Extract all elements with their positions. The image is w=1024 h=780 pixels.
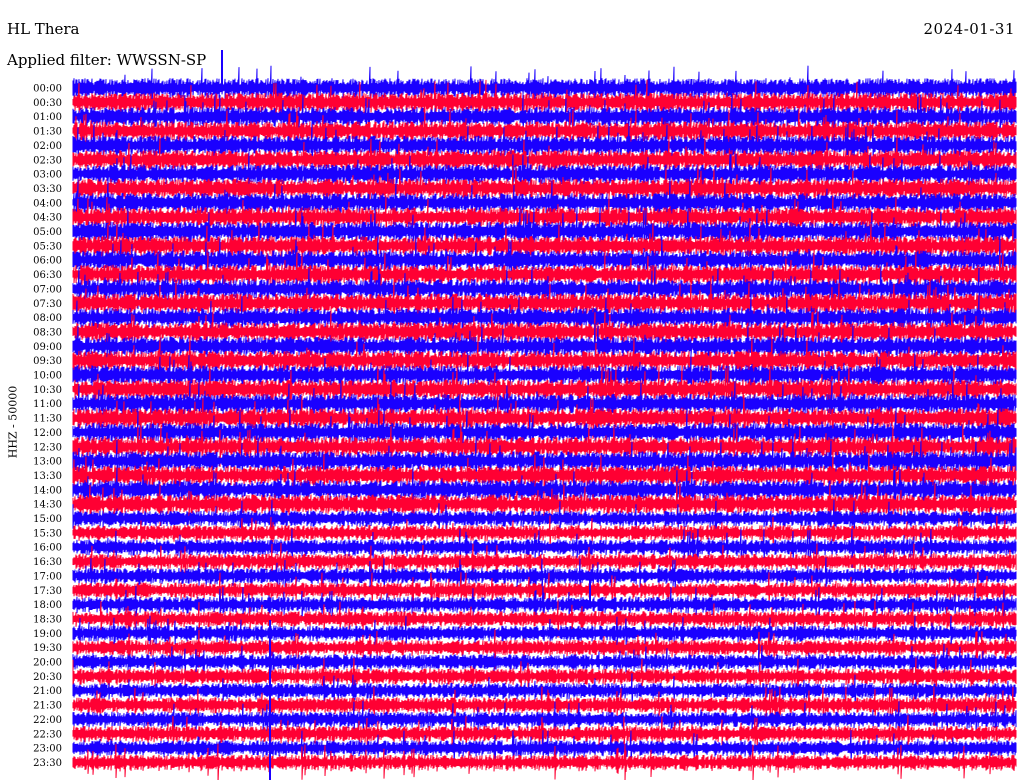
row-time-label: 11:30 bbox=[33, 414, 62, 425]
row-time-label: 16:30 bbox=[33, 557, 62, 568]
trace-group bbox=[72, 50, 1017, 780]
row-time-label: 17:30 bbox=[33, 586, 62, 597]
tick-label-group: 00:00 00:30 01:00 01:30 02:00 02:30 03:00 03:30… bbox=[33, 84, 62, 769]
row-time-label: 10:00 bbox=[33, 371, 62, 382]
row-time-label: 23:00 bbox=[33, 744, 62, 755]
row-time-label: 12:30 bbox=[33, 442, 62, 453]
row-time-label: 02:00 bbox=[33, 141, 62, 152]
row-time-label: 10:30 bbox=[33, 385, 62, 396]
row-time-label: 03:00 bbox=[33, 170, 62, 181]
row-time-label: 18:30 bbox=[33, 614, 62, 625]
row-time-label: 05:30 bbox=[33, 241, 62, 252]
row-time-label: 06:00 bbox=[33, 256, 62, 267]
row-time-label: 08:30 bbox=[33, 327, 62, 338]
row-time-label: 22:00 bbox=[33, 715, 62, 726]
row-time-label: 06:30 bbox=[33, 270, 62, 281]
row-time-label: 19:30 bbox=[33, 643, 62, 654]
row-time-label: 14:30 bbox=[33, 500, 62, 511]
row-time-label: 09:30 bbox=[33, 356, 62, 367]
row-time-label: 01:00 bbox=[33, 112, 62, 123]
row-time-label: 04:00 bbox=[33, 198, 62, 209]
row-time-label: 00:30 bbox=[33, 98, 62, 109]
row-time-label: 05:00 bbox=[33, 227, 62, 238]
row-time-label: 19:00 bbox=[33, 629, 62, 640]
row-time-label: 00:00 bbox=[33, 84, 62, 95]
row-time-label: 21:00 bbox=[33, 686, 62, 697]
row-time-label: 08:00 bbox=[33, 313, 62, 324]
row-time-label: 07:30 bbox=[33, 299, 62, 310]
row-time-label: 16:00 bbox=[33, 543, 62, 554]
row-time-label: 22:30 bbox=[33, 729, 62, 740]
row-time-label: 04:30 bbox=[33, 213, 62, 224]
row-time-label: 07:00 bbox=[33, 284, 62, 295]
row-time-label: 18:00 bbox=[33, 600, 62, 611]
row-time-label: 13:30 bbox=[33, 471, 62, 482]
row-time-label: 13:00 bbox=[33, 457, 62, 468]
row-time-label: 17:00 bbox=[33, 571, 62, 582]
row-time-label: 09:00 bbox=[33, 342, 62, 353]
row-time-label: 15:00 bbox=[33, 514, 62, 525]
row-time-label: 20:30 bbox=[33, 672, 62, 683]
row-time-label: 12:00 bbox=[33, 428, 62, 439]
row-time-label: 20:00 bbox=[33, 658, 62, 669]
row-time-label: 11:00 bbox=[33, 399, 62, 410]
row-time-label: 15:30 bbox=[33, 528, 62, 539]
row-time-label: 23:30 bbox=[33, 758, 62, 769]
row-time-label: 03:30 bbox=[33, 184, 62, 195]
row-time-label: 21:30 bbox=[33, 701, 62, 712]
helicorder-plot: 00:00 00:30 01:00 01:30 02:00 02:30 03:00 03:30… bbox=[33, 50, 1017, 780]
row-time-label: 01:30 bbox=[33, 127, 62, 138]
row-time-label: 14:00 bbox=[33, 485, 62, 496]
row-time-label: 02:30 bbox=[33, 155, 62, 166]
